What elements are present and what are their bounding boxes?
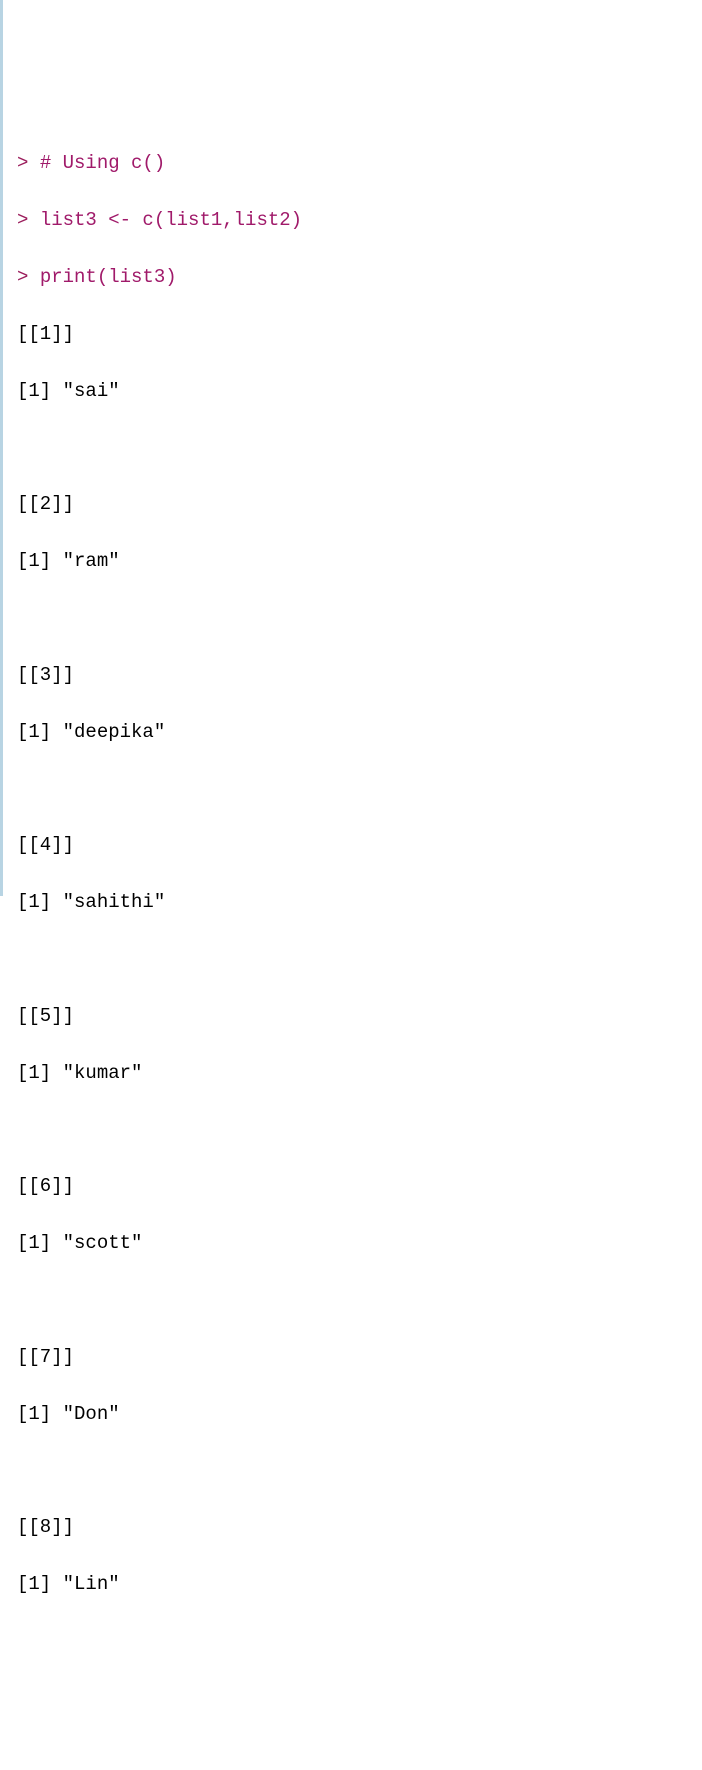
blank-line: [17, 945, 702, 973]
output-index-4: [[4]]: [17, 831, 702, 860]
output-value-2: [1] "ram": [17, 547, 702, 576]
code-console: > # Using c() > list3 <- c(list1,list2) …: [17, 120, 702, 1627]
output-index-5: [[5]]: [17, 1002, 702, 1031]
output-index-3: [[3]]: [17, 661, 702, 690]
blank-line: [17, 775, 702, 803]
output-value-3: [1] "deepika": [17, 718, 702, 747]
output-index-8: [[8]]: [17, 1513, 702, 1542]
output-value-1: [1] "sai": [17, 377, 702, 406]
blank-line: [17, 604, 702, 632]
output-value-8: [1] "Lin": [17, 1570, 702, 1599]
input-line-1: > # Using c(): [17, 149, 702, 178]
prompt: >: [17, 209, 40, 231]
output-index-2: [[2]]: [17, 490, 702, 519]
output-index-1: [[1]]: [17, 320, 702, 349]
code: print(list3): [40, 266, 177, 288]
prompt: >: [17, 152, 40, 174]
input-line-3: > print(list3): [17, 263, 702, 292]
output-value-4: [1] "sahithi": [17, 888, 702, 917]
output-value-7: [1] "Don": [17, 1400, 702, 1429]
blank-line: [17, 1286, 702, 1314]
output-index-7: [[7]]: [17, 1343, 702, 1372]
blank-line: [17, 434, 702, 462]
output-value-6: [1] "scott": [17, 1229, 702, 1258]
comment: # Using c(): [40, 152, 165, 174]
code: list3 <- c(list1,list2): [40, 209, 302, 231]
output-index-6: [[6]]: [17, 1172, 702, 1201]
prompt: >: [17, 266, 40, 288]
blank-line: [17, 1116, 702, 1144]
input-line-2: > list3 <- c(list1,list2): [17, 206, 702, 235]
blank-line: [17, 1457, 702, 1485]
output-value-5: [1] "kumar": [17, 1059, 702, 1088]
